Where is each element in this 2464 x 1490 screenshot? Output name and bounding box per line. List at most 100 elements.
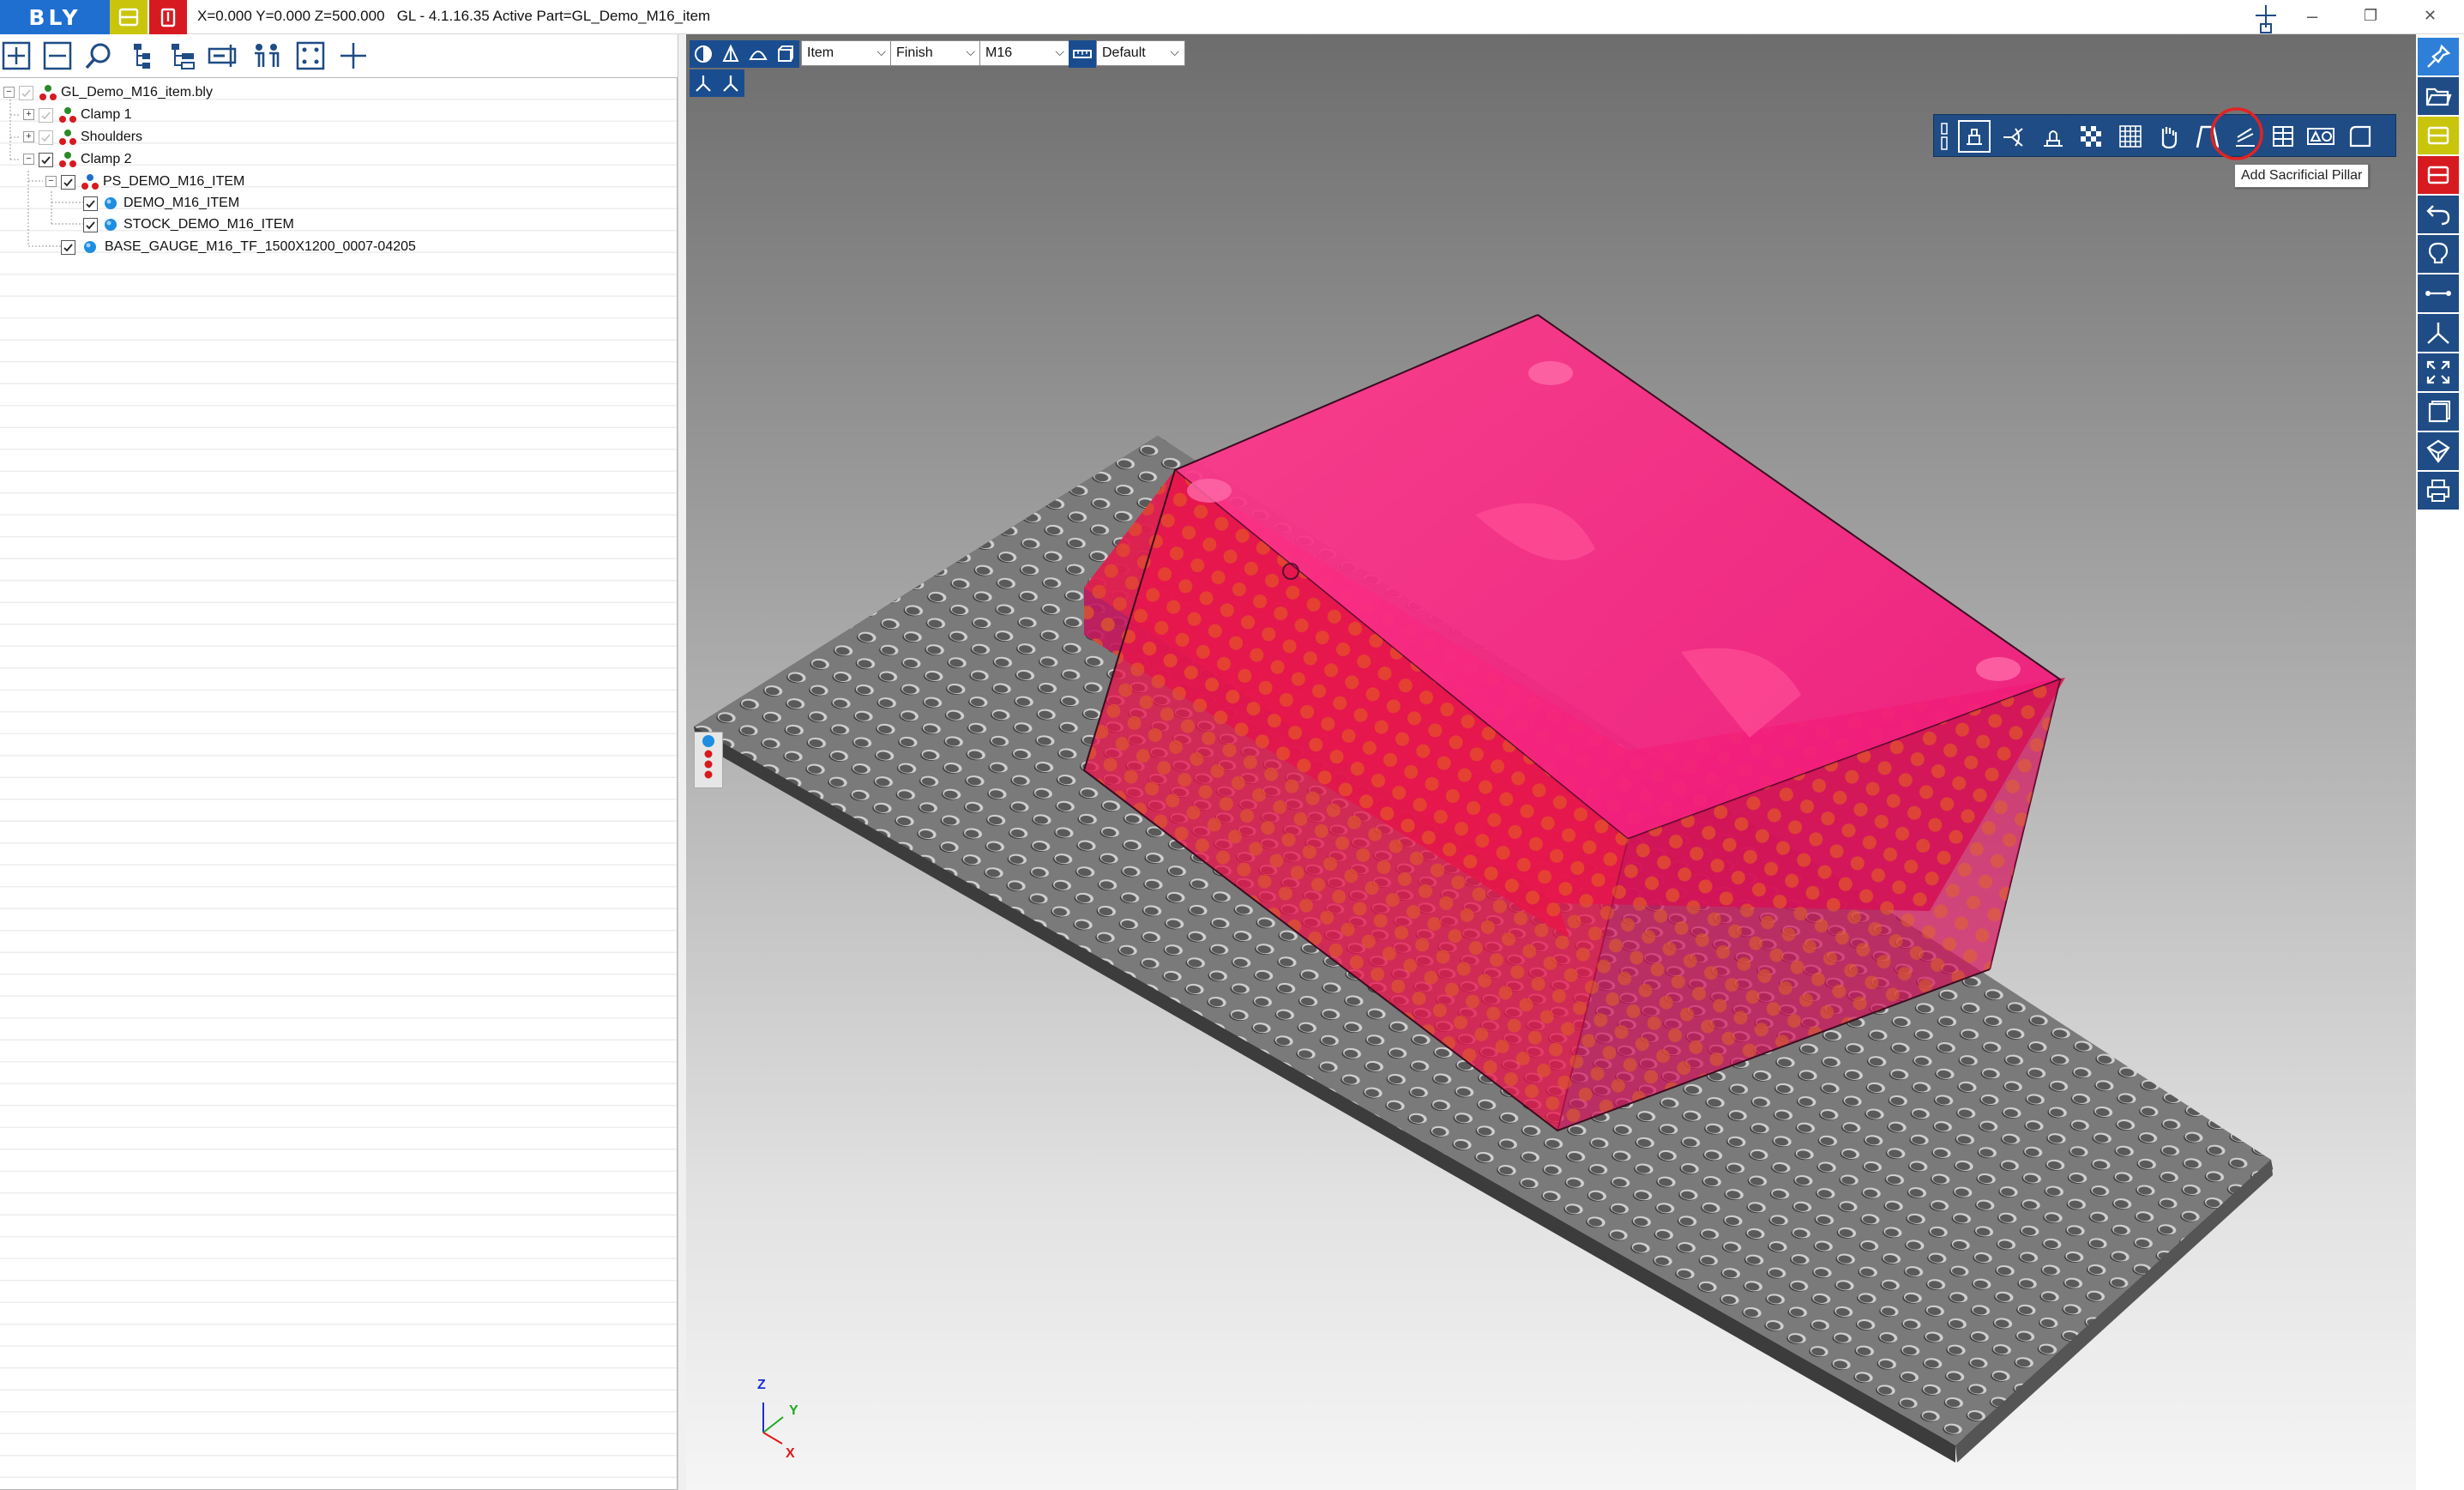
tree-expand-icon[interactable] — [125, 39, 158, 72]
undo-button[interactable] — [2418, 196, 2459, 233]
quick-delete-button[interactable] — [149, 0, 187, 34]
window-title: X=0.000 Y=0.000 Z=500.000 GL - 4.1.16.35… — [197, 8, 711, 24]
assembly-icon — [59, 107, 76, 123]
rename-icon[interactable] — [208, 39, 240, 72]
expand-toggle[interactable]: + — [23, 131, 34, 142]
checkbox[interactable] — [39, 107, 53, 123]
search-icon[interactable] — [82, 39, 115, 72]
tree-collapse-icon[interactable] — [166, 39, 199, 72]
item-dropdown[interactable]: Item ⌵ — [801, 40, 892, 66]
axis-view-alt-icon[interactable] — [717, 69, 744, 97]
pin-button[interactable] — [2418, 38, 2459, 75]
folder-open-icon — [2425, 87, 2452, 106]
checkbox[interactable] — [19, 85, 33, 100]
tree-item-label: PS_DEMO_M16_ITEM — [103, 174, 245, 189]
collapse-toggle[interactable]: − — [3, 87, 15, 98]
remove-icon[interactable] — [41, 39, 74, 72]
axis-triad: Z Y X — [744, 1372, 813, 1461]
entity-marker-panel[interactable] — [694, 732, 723, 788]
table-icon[interactable] — [2267, 120, 2299, 153]
grid-select-icon[interactable] — [294, 39, 327, 72]
cursor-pin-icon — [2247, 3, 2281, 34]
tree-item-demo-part[interactable]: DEMO_M16_ITEM — [83, 193, 239, 214]
collapse-toggle[interactable]: − — [23, 154, 34, 165]
delete-button[interactable] — [2418, 156, 2459, 194]
trash-icon — [160, 8, 176, 27]
title-bar: BLY X=0.000 Y=0.000 Z=500.000 GL - 4.1.1… — [0, 0, 2464, 34]
block-icon[interactable] — [2344, 120, 2377, 153]
tree-toolbar — [0, 36, 678, 74]
checkbox[interactable] — [83, 217, 98, 232]
tree-item-clamp-2[interactable]: Clamp 2 — [39, 149, 132, 170]
assembly-icon — [59, 130, 76, 145]
assembly-icon[interactable] — [250, 39, 283, 72]
measure-button[interactable] — [2418, 274, 2459, 312]
lightbulb-icon — [2428, 242, 2449, 264]
dome-view-icon[interactable] — [744, 40, 772, 68]
part-icon — [105, 197, 117, 209]
chevron-down-icon: ⌵ — [1170, 45, 1179, 58]
minimize-button[interactable]: – — [2307, 5, 2317, 27]
assembly-icon — [81, 174, 99, 190]
y-axis-label: Y — [789, 1403, 798, 1418]
tree-item-base-gauge[interactable]: BASE_GAUGE_M16_TF_1500X1200_0007-04205 — [61, 237, 416, 257]
chevron-down-icon: ⌵ — [966, 45, 975, 58]
checkbox[interactable] — [83, 196, 98, 211]
axis-icon — [2427, 323, 2449, 344]
crosshair-icon[interactable] — [337, 39, 370, 72]
window-button[interactable] — [2418, 393, 2459, 431]
axis-view-icon[interactable] — [690, 69, 717, 97]
quick-save-button[interactable] — [110, 0, 148, 34]
tree-item-root[interactable]: GL_Demo_M16_item.bly — [19, 82, 213, 103]
save-button[interactable] — [2418, 117, 2459, 154]
expand-toggle[interactable]: + — [23, 109, 34, 120]
hint-button[interactable] — [2418, 235, 2459, 273]
tree-item-clamp-1[interactable]: Clamp 1 — [39, 105, 132, 125]
checkbox[interactable] — [39, 152, 53, 167]
finish-dropdown[interactable]: Finish ⌵ — [890, 40, 981, 66]
cone-view-icon[interactable] — [717, 40, 744, 68]
view-dropdown[interactable]: Default ⌵ — [1096, 40, 1185, 66]
highlight-circle — [2210, 107, 2263, 160]
printer-icon — [2426, 480, 2450, 502]
collapse-toggle[interactable]: − — [45, 176, 57, 187]
fit-view-button[interactable] — [2418, 353, 2459, 391]
checkbox[interactable] — [39, 130, 53, 145]
assembly-icon — [59, 152, 76, 167]
entity-marker-icon — [702, 735, 714, 779]
wing-clamp-icon[interactable] — [1997, 120, 2030, 153]
shaded-view-icon[interactable] — [690, 40, 717, 68]
scene-render — [694, 314, 2273, 1463]
3d-viewport[interactable]: Item ⌵ Finish ⌵ M16 ⌵ Default ⌵ Add Sacrific… — [686, 34, 2416, 1490]
app-logo[interactable]: BLY — [0, 0, 110, 34]
checker-icon[interactable] — [2075, 120, 2107, 153]
axis-button[interactable] — [2418, 314, 2459, 352]
size-dropdown[interactable]: M16 ⌵ — [979, 40, 1070, 66]
ruler-icon[interactable] — [1069, 40, 1096, 68]
print-button[interactable] — [2418, 472, 2459, 510]
restore-button[interactable]: ❐ — [2364, 7, 2377, 25]
hand-pan-icon[interactable] — [2152, 120, 2184, 153]
pin-icon — [2427, 44, 2451, 68]
part-view-button[interactable] — [2418, 432, 2459, 470]
shapes-icon[interactable] — [2304, 120, 2337, 153]
close-button[interactable]: ✕ — [2424, 7, 2437, 25]
checkbox[interactable] — [61, 239, 75, 255]
box-view-icon[interactable] — [772, 40, 799, 68]
tree-item-label: BASE_GAUGE_M16_TF_1500X1200_0007-04205 — [105, 239, 416, 254]
clamp-icon[interactable] — [1958, 120, 1991, 153]
grip-handle-icon[interactable] — [1936, 120, 1953, 153]
support-icon[interactable] — [2037, 120, 2069, 153]
undo-icon — [2426, 205, 2450, 226]
tree-item-stock-part[interactable]: STOCK_DEMO_M16_ITEM — [83, 214, 294, 235]
tree-item-label: DEMO_M16_ITEM — [124, 196, 240, 210]
grid-pattern-icon[interactable] — [2114, 120, 2147, 153]
tree-item-ps-demo[interactable]: PS_DEMO_M16_ITEM — [61, 172, 244, 192]
checkbox[interactable] — [61, 174, 75, 190]
panel-splitter[interactable] — [678, 34, 686, 1490]
tree-item-shoulders[interactable]: Shoulders — [39, 127, 142, 148]
open-button[interactable] — [2418, 77, 2459, 115]
assembly-icon — [39, 85, 57, 100]
save-icon — [118, 8, 139, 27]
add-icon[interactable] — [0, 39, 33, 72]
